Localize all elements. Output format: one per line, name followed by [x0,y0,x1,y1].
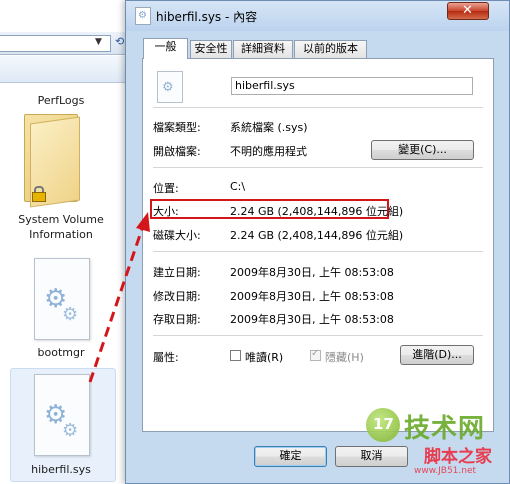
cancel-button[interactable]: 取消 [335,446,408,467]
tab-details[interactable]: 詳細資料 [233,40,293,58]
readonly-checkbox[interactable] [230,350,241,361]
file-icon: ⚙ [135,7,151,25]
advanced-button[interactable]: 進階(D)... [400,345,474,365]
system-file-icon[interactable]: ⚙ ⚙ [30,374,92,458]
opens-with-value: 不明的應用程式 [230,145,307,158]
tab-previous-versions[interactable]: 以前的版本 [294,40,367,58]
tab-general[interactable]: 一般 [143,38,188,59]
lock-icon [32,186,46,202]
size-label: 大小: [153,205,179,218]
change-button[interactable]: 變更(C)... [371,140,474,160]
created-value: 2009年8月30日, 上午 08:53:08 [230,266,394,279]
title-bar[interactable]: ⚙ hiberfil.sys - 內容 ✕ [126,1,509,31]
hidden-checkbox[interactable] [310,348,321,361]
system-file-icon[interactable]: ⚙ ⚙ [30,258,92,342]
refresh-icon[interactable]: ⟲ [115,35,124,48]
item-hiberfil-label[interactable]: hiberfil.sys [6,463,116,476]
opens-with-label: 開啟檔案: [153,145,201,158]
item-bootmgr-label[interactable]: bootmgr [6,346,116,359]
close-button[interactable]: ✕ [447,2,489,20]
size-value: 2.24 GB (2,408,144,896 位元組) [230,205,404,218]
close-icon: ✕ [462,3,473,18]
general-tab-panel: ⚙ hiberfil.sys 檔案類型: 系統檔案 (.sys) 開啟檔案: 不… [142,58,494,432]
readonly-label[interactable]: 唯讀(R) [245,349,283,365]
location-value: C:\ [230,180,246,193]
type-label: 檔案類型: [153,121,201,134]
ok-button[interactable]: 確定 [254,446,327,467]
created-label: 建立日期: [153,266,201,279]
dialog-title: hiberfil.sys - 內容 [156,10,258,24]
filename-field[interactable]: hiberfil.sys [231,77,473,95]
disk-size-value: 2.24 GB (2,408,144,896 位元組) [230,229,404,242]
folder-icon[interactable] [22,108,82,208]
properties-dialog: ⚙ hiberfil.sys - 內容 ✕ 一般 安全性 詳細資料 以前的版本 … [125,0,510,484]
attributes-label: 屬性: [153,351,179,364]
accessed-label: 存取日期: [153,313,201,326]
divider [153,107,483,108]
location-label: 位置: [153,182,179,195]
chevron-down-icon[interactable]: ▼ [95,37,102,47]
type-value: 系統檔案 (.sys) [230,121,308,134]
disk-size-label: 磁碟大小: [153,229,201,242]
divider [153,335,483,336]
system-file-icon: ⚙ [157,71,183,103]
accessed-value: 2009年8月30日, 上午 08:53:08 [230,313,394,326]
modified-value: 2009年8月30日, 上午 08:53:08 [230,290,394,303]
address-bar[interactable]: ▼ ⟲ [0,32,130,55]
explorer-toolbar [0,56,130,83]
modified-label: 修改日期: [153,290,201,303]
tab-security[interactable]: 安全性 [190,40,232,58]
divider [153,251,483,252]
item-system-volume-label[interactable]: System Volume Information [6,212,116,242]
hidden-label[interactable]: 隱藏(H) [325,349,364,365]
item-perflogs-label[interactable]: PerfLogs [6,94,116,107]
divider [153,167,483,168]
